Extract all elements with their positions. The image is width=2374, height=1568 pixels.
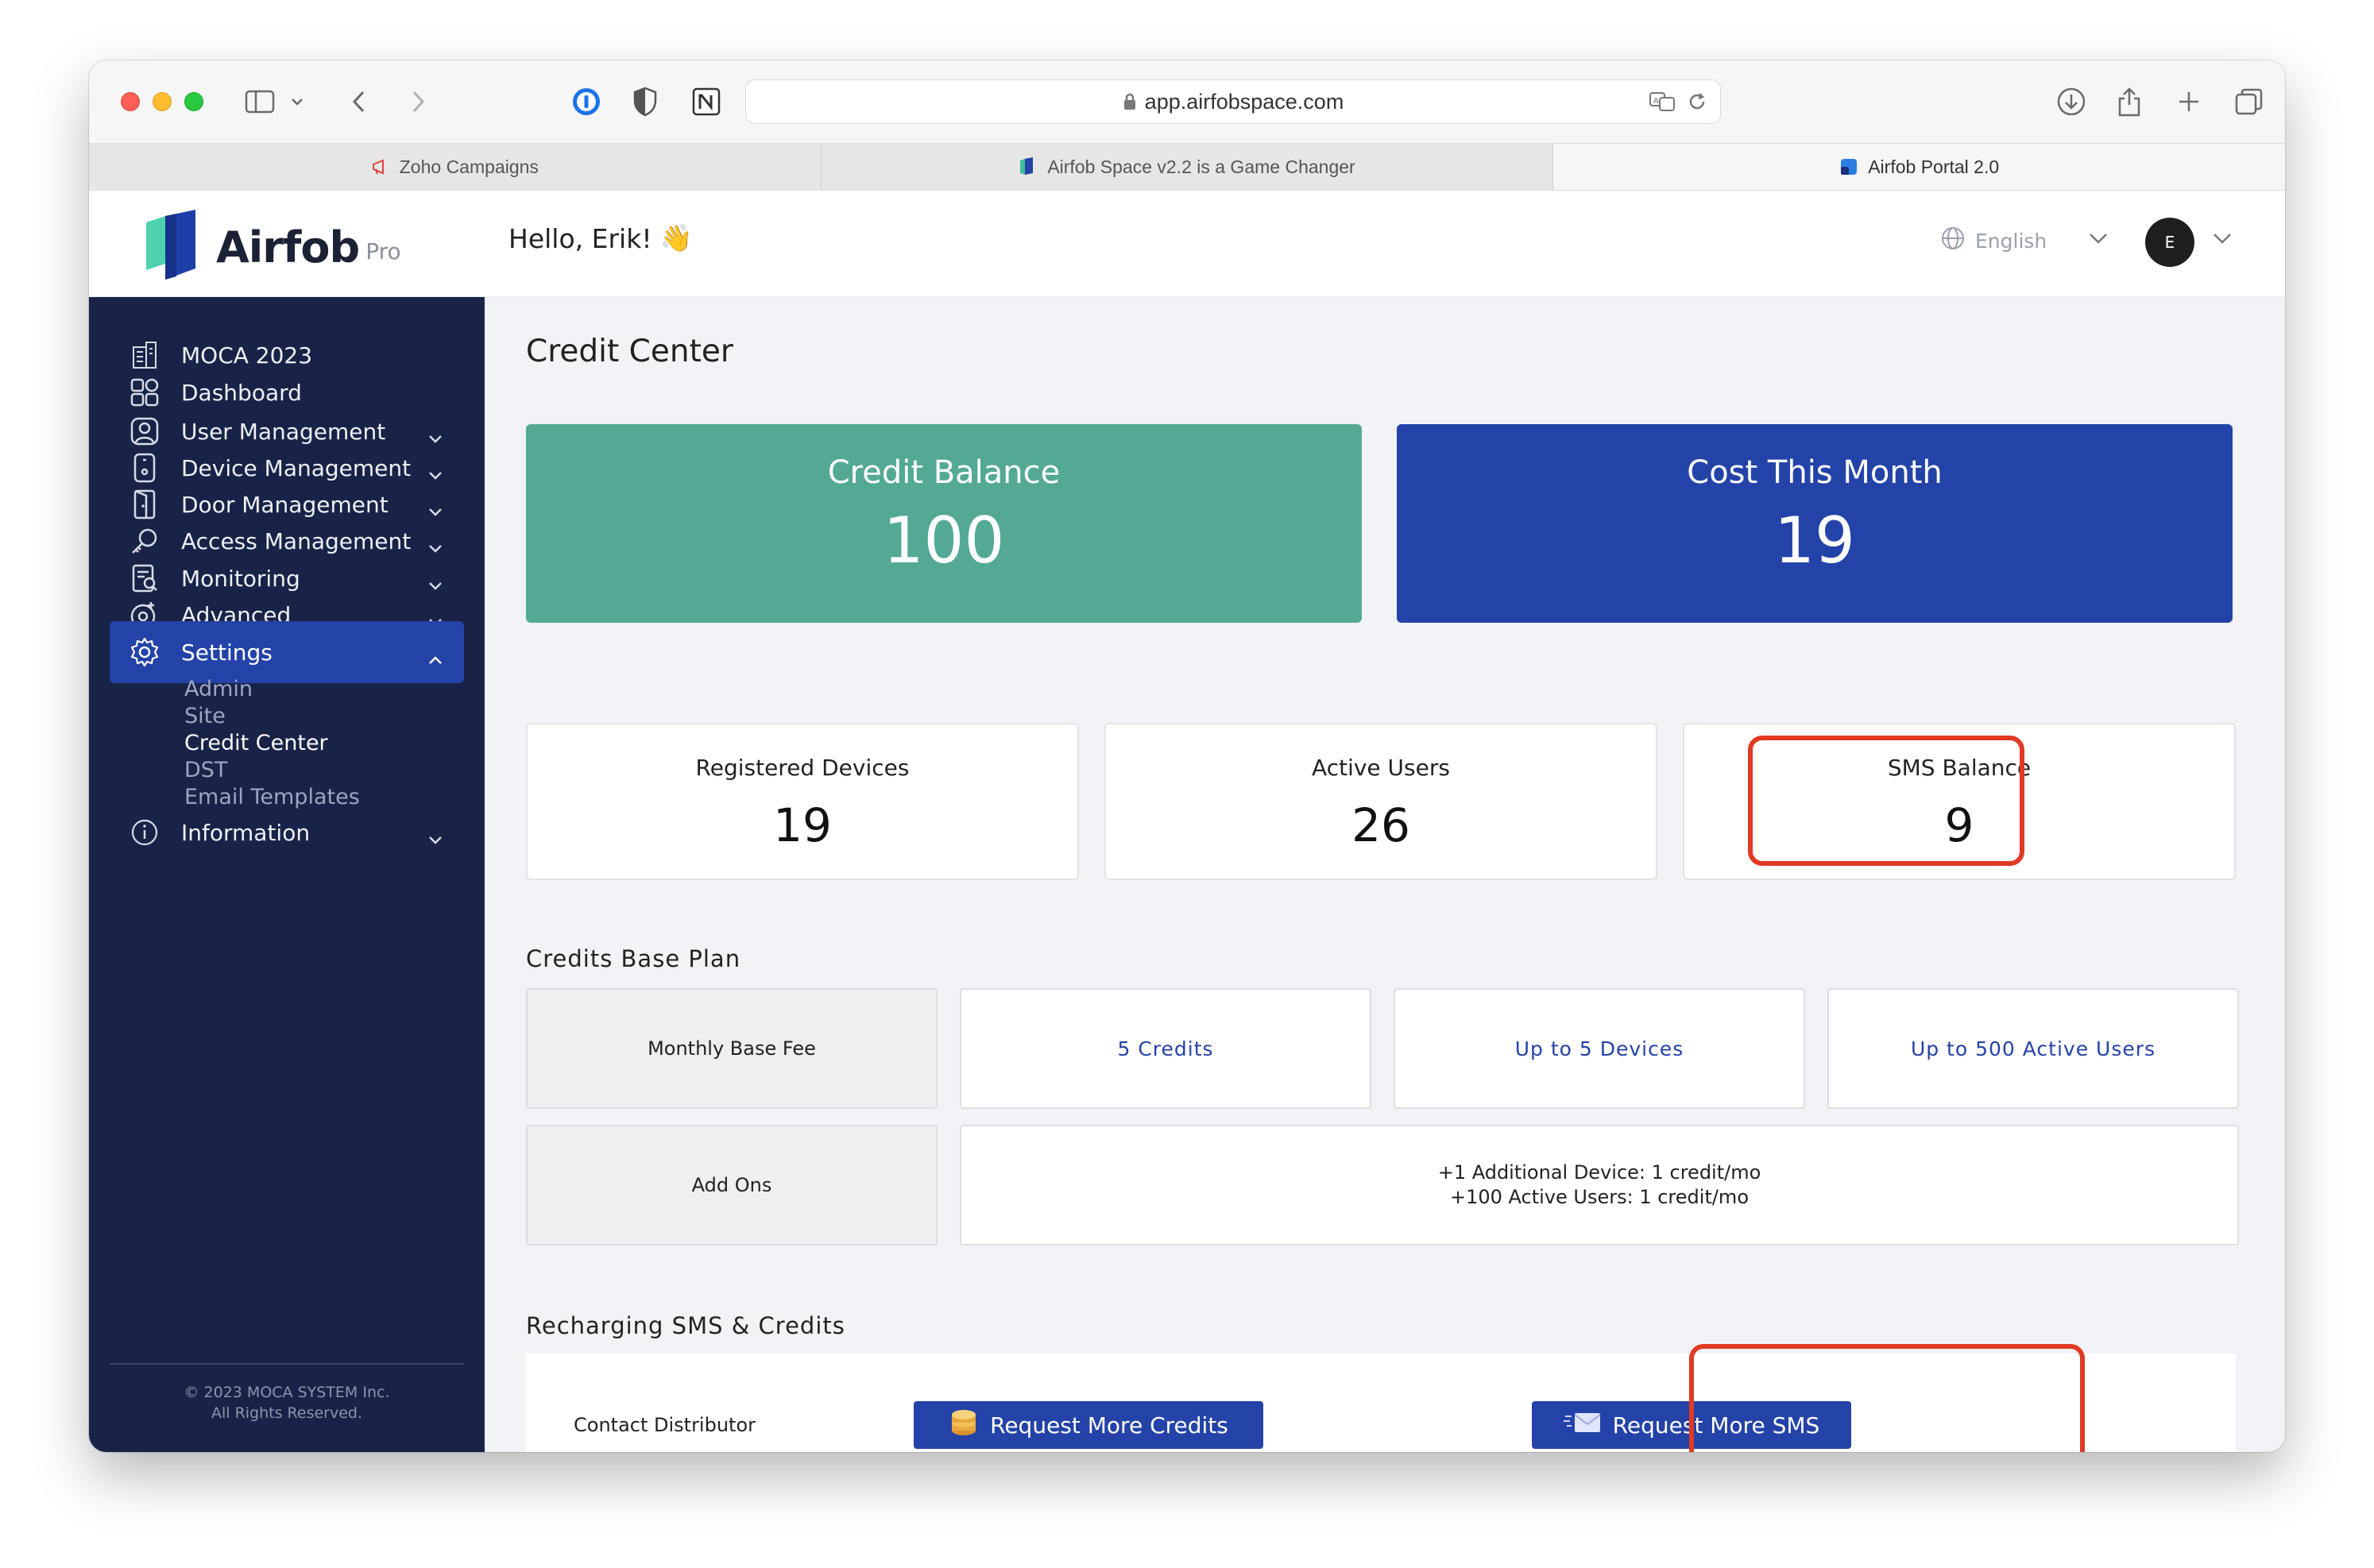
sidebar-toggle-icon[interactable] [245, 84, 276, 119]
sidebar-item-information[interactable]: Information [110, 801, 464, 863]
tab-overview-icon[interactable] [2234, 84, 2264, 119]
tab-zoho-campaigns[interactable]: Zoho Campaigns [89, 144, 822, 190]
sidebar: MOCA 2023 Dashboard User Management Devi… [89, 297, 485, 1452]
avatar[interactable]: E [2145, 218, 2194, 267]
addon-line: +100 Active Users: 1 credit/mo [1450, 1186, 1749, 1208]
share-icon[interactable] [2117, 84, 2142, 119]
notion-icon[interactable] [691, 84, 721, 119]
globe-icon [1940, 226, 1966, 256]
svg-text:A: A [1653, 97, 1659, 106]
language-label: English [1975, 229, 2047, 253]
plan-feature-credits: 5 Credits [960, 988, 1371, 1109]
main-content: Credit Center Credit Balance 100 Cost Th… [485, 297, 2285, 1452]
zoom-window-button[interactable] [184, 92, 203, 111]
button-label: Request More Credits [990, 1412, 1228, 1439]
chevron-down-icon[interactable] [291, 84, 304, 119]
minimize-window-button[interactable] [153, 92, 172, 111]
sidebar-subitem-site[interactable]: Site [184, 704, 226, 728]
forward-icon[interactable] [410, 84, 426, 119]
browser-tabs: Zoho Campaigns Airfob Space v2.2 is a Ga… [89, 143, 2285, 191]
stat-value: 19 [773, 798, 832, 852]
sms-envelope-icon [1563, 1410, 1602, 1441]
stat-label: Registered Devices [695, 755, 910, 781]
megaphone-icon [371, 157, 390, 176]
stat-value: 9 [1944, 798, 1974, 852]
sidebar-divider [110, 1363, 464, 1365]
browser-window: app.airfobspace.com A Zoho Campaigns Air… [89, 60, 2285, 1452]
stat-label: Active Users [1312, 755, 1450, 781]
airfob-logo[interactable]: Airfob Pro [141, 208, 401, 281]
app-header: Airfob Pro Hello, Erik! 👋 English E [89, 191, 2285, 297]
cost-this-month-label: Cost This Month [1687, 454, 1943, 491]
chevron-down-icon [427, 825, 443, 852]
url-text: app.airfobspace.com [1144, 89, 1344, 114]
tab-label: Airfob Space v2.2 is a Game Changer [1047, 156, 1355, 177]
portal-favicon-icon [1839, 157, 1858, 176]
credit-balance-card: Credit Balance 100 [526, 424, 1362, 623]
stat-value: 26 [1351, 798, 1410, 852]
active-users-card: Active Users 26 [1104, 723, 1657, 880]
add-ons-details: +1 Additional Device: 1 credit/mo +100 A… [960, 1125, 2239, 1246]
contact-distributor-label: Contact Distributor [574, 1414, 756, 1436]
sidebar-subitem-admin[interactable]: Admin [184, 677, 253, 701]
airfob-favicon-icon [1019, 157, 1038, 176]
recharge-panel: Contact Distributor Request More Credits… [526, 1354, 2236, 1452]
logo-text: Airfob [216, 222, 360, 272]
address-bar[interactable]: app.airfobspace.com A [745, 79, 1721, 124]
lock-icon [1123, 92, 1137, 111]
monthly-base-fee-cell: Monthly Base Fee [526, 988, 938, 1109]
base-plan-title: Credits Base Plan [526, 945, 741, 972]
copyright-line-1: © 2023 MOCA SYSTEM Inc. [184, 1384, 390, 1401]
info-icon [127, 815, 162, 850]
new-tab-icon[interactable] [2177, 84, 2201, 119]
credit-balance-label: Credit Balance [827, 454, 1061, 491]
tab-airfob-space[interactable]: Airfob Space v2.2 is a Game Changer [821, 144, 1554, 190]
reload-icon[interactable] [1687, 90, 1707, 119]
tab-airfob-portal[interactable]: Airfob Portal 2.0 [1553, 144, 2285, 190]
plan-feature-devices: Up to 5 Devices [1394, 988, 1805, 1109]
plan-feature-users: Up to 500 Active Users [1827, 988, 2239, 1109]
chevron-up-icon [427, 645, 443, 671]
downloads-icon[interactable] [2056, 84, 2086, 119]
password-manager-icon[interactable] [570, 84, 602, 119]
add-ons-cell: Add Ons [526, 1125, 938, 1246]
tab-label: Zoho Campaigns [399, 156, 539, 177]
sidebar-item-label: Settings [181, 639, 273, 666]
request-more-credits-button[interactable]: Request More Credits [914, 1401, 1263, 1449]
button-label: Request More SMS [1612, 1412, 1820, 1439]
sidebar-subitem-dst[interactable]: DST [184, 758, 227, 782]
greeting-text: Hello, Erik! [508, 222, 652, 254]
coins-icon [949, 1407, 979, 1444]
airfob-logo-icon [146, 210, 195, 280]
translate-icon[interactable]: A [1649, 90, 1677, 119]
cost-this-month-value: 19 [1774, 504, 1855, 577]
sms-balance-card: SMS Balance 9 [1683, 723, 2236, 880]
gear-icon [127, 635, 162, 670]
request-more-sms-button[interactable]: Request More SMS [1532, 1401, 1851, 1449]
registered-devices-card: Registered Devices 19 [526, 723, 1079, 880]
recharge-title: Recharging SMS & Credits [526, 1312, 845, 1339]
copyright-line-2: All Rights Reserved. [211, 1404, 363, 1422]
sidebar-item-settings[interactable]: Settings [110, 621, 464, 683]
chevron-down-icon[interactable] [2212, 232, 2233, 248]
stat-label: SMS Balance [1887, 755, 2032, 781]
close-window-button[interactable] [121, 92, 140, 111]
credit-balance-value: 100 [883, 504, 1005, 577]
back-icon[interactable] [351, 84, 367, 119]
sidebar-item-label: Information [181, 819, 311, 846]
browser-toolbar: app.airfobspace.com A [89, 60, 2285, 143]
greeting: Hello, Erik! 👋 [508, 222, 693, 254]
tab-label: Airfob Portal 2.0 [1868, 156, 2000, 177]
shield-icon[interactable] [632, 84, 658, 119]
sidebar-subitem-credit-center[interactable]: Credit Center [184, 731, 328, 755]
waving-hand-icon: 👋 [659, 222, 693, 253]
chevron-down-icon[interactable] [2088, 232, 2109, 248]
cost-this-month-card: Cost This Month 19 [1397, 424, 2233, 623]
language-selector[interactable]: English [1940, 226, 2047, 256]
logo-pro-badge: Pro [365, 238, 401, 265]
page-title: Credit Center [526, 334, 733, 369]
addon-line: +1 Additional Device: 1 credit/mo [1437, 1161, 1761, 1184]
